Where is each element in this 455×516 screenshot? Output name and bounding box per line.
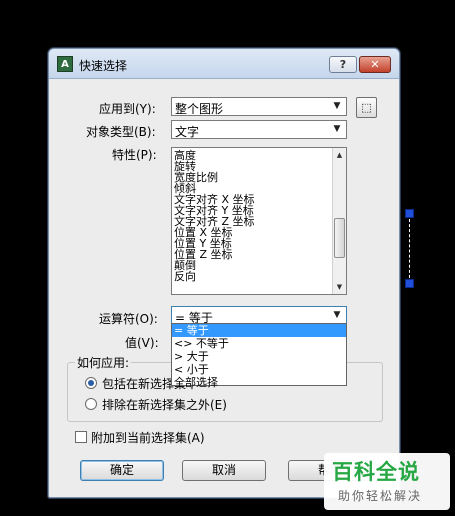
cancel-button[interactable]: 取消 xyxy=(182,460,266,481)
operator-option[interactable]: = 等于 xyxy=(172,324,346,337)
chevron-down-icon[interactable]: ▼ xyxy=(330,100,344,113)
cursor-pick-icon: ⬚ xyxy=(361,101,372,114)
selected-line xyxy=(409,219,410,283)
chevron-down-icon[interactable]: ▼ xyxy=(330,309,344,322)
properties-items: 高度 旋转 宽度比例 倾斜 文字对齐 X 坐标 文字对齐 Y 坐标 文字对齐 Z 坐标 位置 … xyxy=(174,150,255,282)
append-checkbox[interactable] xyxy=(75,431,87,443)
object-type-value: 文字 xyxy=(175,125,200,139)
scrollbar-thumb[interactable] xyxy=(334,218,345,258)
properties-listbox[interactable]: 高度 旋转 宽度比例 倾斜 文字对齐 X 坐标 文字对齐 Y 坐标 文字对齐 Z 坐标 位置 … xyxy=(171,147,347,295)
properties-label: 特性(P): xyxy=(112,148,157,162)
autocad-icon: A xyxy=(57,56,73,72)
value-label: 值(V): xyxy=(125,336,159,350)
grip-bottom-icon[interactable] xyxy=(405,279,414,288)
list-item[interactable]: 反向 xyxy=(174,271,255,282)
watermark: 百科全说 助你轻松解决 xyxy=(324,453,450,510)
operator-option[interactable]: < 小于 xyxy=(172,363,346,376)
append-label[interactable]: 附加到当前选择集(A) xyxy=(91,429,205,446)
operator-option[interactable]: <> 不等于 xyxy=(172,337,346,350)
grip-top-icon[interactable] xyxy=(405,209,414,218)
ok-button[interactable]: 确定 xyxy=(80,460,164,481)
exclude-radio[interactable] xyxy=(85,398,97,410)
close-button[interactable]: ✕ xyxy=(359,56,391,73)
exclude-label[interactable]: 排除在新选择集之外(E) xyxy=(102,396,227,413)
apply-to-value: 整个图形 xyxy=(175,102,224,116)
operator-option[interactable]: > 大于 xyxy=(172,350,346,363)
operator-dropdown-list[interactable]: = 等于 <> 不等于 > 大于 < 小于 全部选择 xyxy=(171,323,347,389)
operator-option[interactable]: 全部选择 xyxy=(172,376,346,389)
select-objects-button[interactable]: ⬚ xyxy=(356,97,377,118)
scroll-up-icon[interactable]: ▲ xyxy=(333,148,346,162)
scroll-down-icon[interactable]: ▼ xyxy=(333,280,346,294)
apply-to-combo[interactable]: 整个图形 ▼ xyxy=(171,97,347,116)
window-title: 快速选择 xyxy=(79,59,128,73)
apply-to-label: 应用到(Y): xyxy=(99,102,156,116)
object-type-combo[interactable]: 文字 ▼ xyxy=(171,120,347,139)
watermark-sub: 助你轻松解决 xyxy=(338,489,423,503)
watermark-main: 百科全说 xyxy=(332,460,420,484)
operator-label: 运算符(O): xyxy=(99,312,158,326)
object-type-label: 对象类型(B): xyxy=(86,125,156,139)
title-bar[interactable]: A 快速选择 ? ✕ xyxy=(49,49,399,79)
quick-select-dialog: A 快速选择 ? ✕ 应用到(Y): 整个图形 ▼ ⬚ 对象类型(B): 文字 … xyxy=(48,48,400,498)
how-to-apply-title: 如何应用: xyxy=(75,354,132,371)
properties-scrollbar[interactable]: ▲ ▼ xyxy=(332,148,346,294)
chevron-down-icon[interactable]: ▼ xyxy=(330,123,344,136)
help-title-button[interactable]: ? xyxy=(329,56,357,73)
include-radio[interactable] xyxy=(85,377,97,389)
